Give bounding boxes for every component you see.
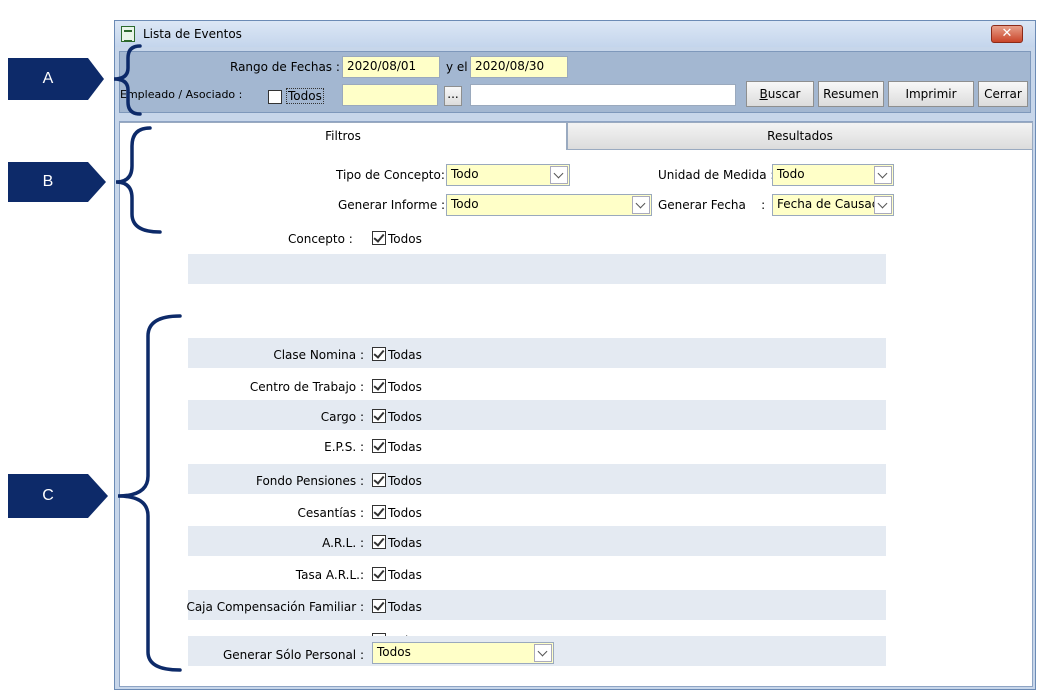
title-bar: Lista de Eventos ✕	[115, 21, 1035, 47]
date-range-label: Rango de Fechas :	[230, 60, 340, 74]
tab-filtros[interactable]: Filtros	[120, 122, 567, 150]
unidad-medida-label: Unidad de Medida :	[658, 168, 775, 182]
filter-row-value: Todas	[388, 600, 422, 614]
tipo-concepto-value: Todo	[451, 167, 479, 181]
filter-row-label: Caja Compensación Familiar :	[186, 600, 364, 614]
filter-row-value: Todos	[388, 380, 422, 394]
tab-content: Filtros Resultados Tipo de Concepto: Tod…	[119, 121, 1033, 687]
concepto-label: Concepto :	[288, 232, 353, 246]
generar-personal-value: Todos	[377, 645, 411, 659]
filter-row-label: A.R.L. :	[322, 536, 364, 550]
concepto-checkbox[interactable]	[372, 231, 386, 245]
employee-all-label: Todos	[286, 88, 324, 104]
generar-personal-select[interactable]: Todos	[372, 642, 554, 664]
filter-row-checkbox[interactable]	[372, 535, 386, 549]
date-from-field[interactable]: 2020/08/01	[342, 56, 440, 78]
filter-row-checkbox[interactable]	[372, 505, 386, 519]
employee-name-field[interactable]	[470, 84, 736, 106]
employee-all-checkbox[interactable]	[268, 90, 282, 104]
tab-resultados[interactable]: Resultados	[567, 122, 1033, 150]
generar-fecha-label: Generar Fecha :	[658, 198, 766, 212]
app-icon	[121, 26, 135, 42]
imprimir-button[interactable]: Imprimir	[888, 81, 974, 107]
resumen-button[interactable]: Resumen	[818, 81, 884, 107]
unidad-medida-select[interactable]: Todo	[772, 164, 894, 186]
chevron-down-icon[interactable]	[550, 166, 568, 184]
date-sep-label: y el	[446, 60, 468, 74]
concepto-list-area	[188, 254, 886, 284]
filter-row-value: Todos	[388, 506, 422, 520]
employee-label: Empleado / Asociado :	[120, 88, 243, 101]
filter-row-label: Tasa A.R.L.:	[295, 568, 364, 582]
chevron-down-icon[interactable]	[874, 196, 892, 214]
callout-c-pointer	[88, 474, 108, 518]
window-title: Lista de Eventos	[143, 27, 242, 41]
filter-row-checkbox[interactable]	[372, 473, 386, 487]
filter-row-label: Cesantías :	[297, 506, 364, 520]
generar-fecha-select[interactable]: Fecha de Causac	[772, 194, 894, 216]
filter-row-value: Todos	[388, 474, 422, 488]
generar-informe-value: Todo	[451, 197, 479, 211]
buscar-button[interactable]: Buscar	[746, 81, 814, 107]
filter-row-checkbox[interactable]	[372, 439, 386, 453]
filter-row-checkbox[interactable]	[372, 409, 386, 423]
filter-row-checkbox[interactable]	[372, 347, 386, 361]
filter-row-label: Clase Nomina :	[273, 348, 364, 362]
callout-b-pointer	[88, 162, 106, 202]
filter-row-label: Centro de Trabajo :	[249, 380, 364, 394]
header-panel: Rango de Fechas : 2020/08/01 y el 2020/0…	[119, 51, 1031, 113]
filter-row-value: Todas	[388, 348, 422, 362]
filter-row-checkbox[interactable]	[372, 567, 386, 581]
cerrar-button[interactable]: Cerrar	[978, 81, 1028, 107]
filter-row-value: Todas	[388, 440, 422, 454]
buscar-accel-letter: B	[759, 87, 768, 101]
chevron-down-icon[interactable]	[534, 644, 552, 662]
filter-row-value: Todos	[388, 410, 422, 424]
filter-row-checkbox[interactable]	[372, 379, 386, 393]
lista-eventos-window: Lista de Eventos ✕ Rango de Fechas : 202…	[114, 20, 1036, 690]
date-to-field[interactable]: 2020/08/30	[470, 56, 568, 78]
generar-fecha-value: Fecha de Causac	[777, 197, 879, 211]
generar-informe-label: Generar Informe :	[338, 198, 446, 212]
filter-row-label: E.P.S. :	[324, 440, 364, 454]
filter-row-value: Todas	[388, 536, 422, 550]
generar-informe-select[interactable]: Todo	[446, 194, 652, 216]
employee-lookup-button[interactable]: ...	[444, 86, 462, 106]
callout-a: A	[8, 58, 88, 100]
tipo-concepto-label: Tipo de Concepto:	[336, 168, 445, 182]
callout-b: B	[8, 162, 88, 202]
close-window-button[interactable]: ✕	[991, 25, 1023, 43]
buscar-label: uscar	[767, 87, 801, 101]
callout-c: C	[8, 474, 88, 518]
chevron-down-icon[interactable]	[874, 166, 892, 184]
tipo-concepto-select[interactable]: Todo	[446, 164, 570, 186]
unidad-medida-value: Todo	[777, 167, 805, 181]
filter-row-label: Cargo :	[320, 410, 364, 424]
chevron-down-icon[interactable]	[632, 196, 650, 214]
filter-row-checkbox[interactable]	[372, 599, 386, 613]
employee-code-field[interactable]	[342, 84, 438, 106]
generar-personal-label: Generar Sólo Personal :	[222, 648, 364, 662]
filter-row-value: Todas	[388, 568, 422, 582]
filter-row-label: Fondo Pensiones :	[255, 474, 364, 488]
callout-a-pointer	[88, 58, 104, 100]
concepto-value: Todos	[388, 232, 422, 246]
